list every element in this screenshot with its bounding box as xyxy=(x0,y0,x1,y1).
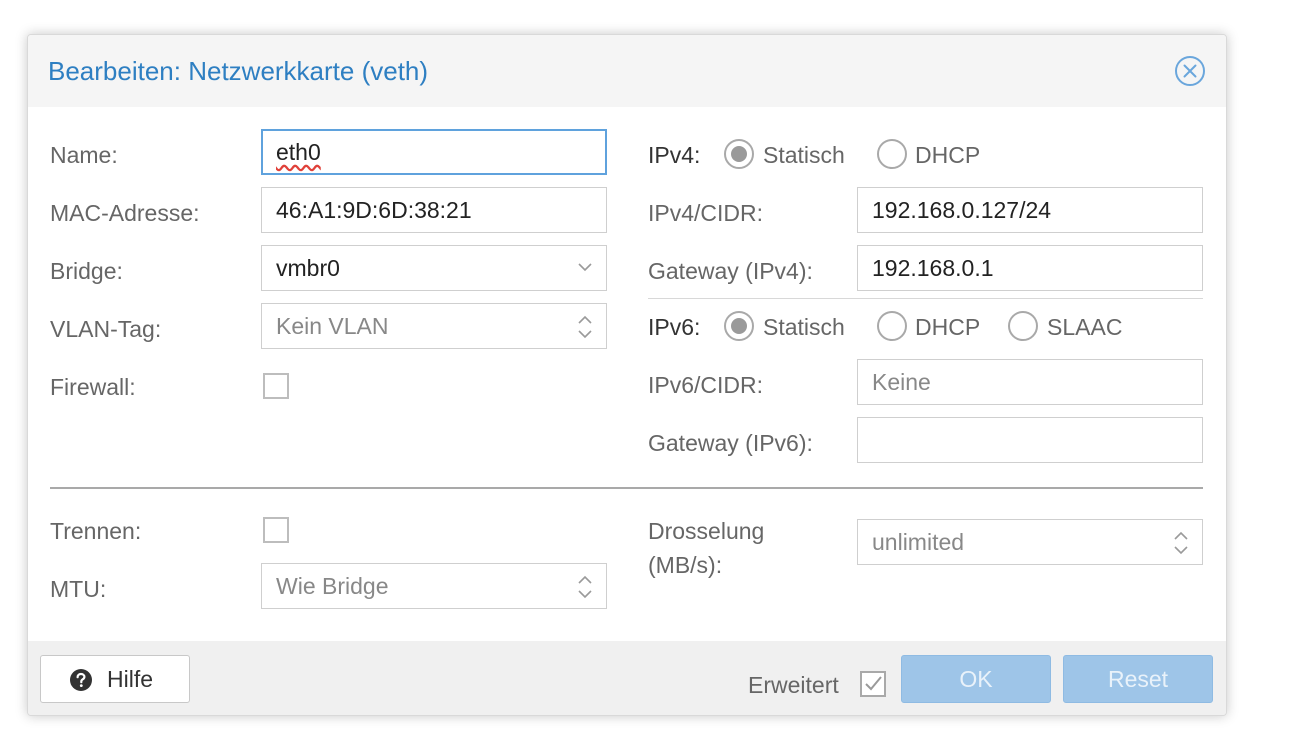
rate-limit-label-line1: Drosselung xyxy=(648,518,765,544)
ipv6-dhcp-label: DHCP xyxy=(915,314,981,340)
firewall-checkbox[interactable] xyxy=(263,373,289,399)
spinner-icon[interactable] xyxy=(576,572,594,602)
rate-limit-input[interactable]: unlimited xyxy=(857,519,1203,565)
ipv6-slaac-label: SLAAC xyxy=(1047,314,1123,340)
rate-limit-label-line2: (MB/s): xyxy=(648,552,723,578)
ipv4-static-radio[interactable] xyxy=(724,139,754,169)
ipv4-label: IPv4: xyxy=(648,142,701,168)
mtu-input[interactable]: Wie Bridge xyxy=(261,563,607,609)
disconnect-checkbox[interactable] xyxy=(263,517,289,543)
checkmark-icon xyxy=(865,676,882,691)
bridge-value: vmbr0 xyxy=(276,255,340,281)
ipv4-static-label: Statisch xyxy=(763,142,845,168)
name-value: eth0 xyxy=(276,139,321,165)
ipv4-cidr-input[interactable]: 192.168.0.127/24 xyxy=(857,187,1203,233)
gateway-ipv4-input[interactable]: 192.168.0.1 xyxy=(857,245,1203,291)
ipv6-slaac-radio[interactable] xyxy=(1008,311,1038,341)
ipv4-dhcp-radio[interactable] xyxy=(877,139,907,169)
ipv6-cidr-placeholder: Keine xyxy=(872,369,931,395)
spinner-icon[interactable] xyxy=(576,312,594,342)
mac-value: 46:A1:9D:6D:38:21 xyxy=(276,197,472,223)
ipv6-cidr-label: IPv6/CIDR: xyxy=(648,372,764,398)
close-icon[interactable] xyxy=(1174,55,1206,87)
rate-limit-value: unlimited xyxy=(872,529,965,555)
ipv4-dhcp-label: DHCP xyxy=(915,142,981,168)
spinner-icon[interactable] xyxy=(1172,528,1190,558)
reset-button[interactable]: Reset xyxy=(1063,655,1213,703)
help-button-label: Hilfe xyxy=(107,666,154,692)
chevron-down-icon[interactable] xyxy=(578,262,592,272)
dialog-title: Bearbeiten: Netzwerkkarte (veth) xyxy=(48,56,429,86)
dialog-titlebar: Bearbeiten: Netzwerkkarte (veth) xyxy=(28,35,1226,107)
mtu-value: Wie Bridge xyxy=(276,573,389,599)
ipv4-cidr-value: 192.168.0.127/24 xyxy=(872,197,1052,223)
question-circle-icon xyxy=(70,669,92,691)
edit-network-dialog: Bearbeiten: Netzwerkkarte (veth) Name: e… xyxy=(27,34,1227,716)
help-button[interactable]: Hilfe xyxy=(40,655,190,703)
name-input[interactable]: eth0 xyxy=(261,129,607,175)
gateway-ipv4-label: Gateway (IPv4): xyxy=(648,258,813,284)
dialog-footer: Hilfe Erweitert OK Reset xyxy=(28,641,1226,715)
bridge-label: Bridge: xyxy=(50,258,123,284)
ipv4-cidr-label: IPv4/CIDR: xyxy=(648,200,764,226)
name-label: Name: xyxy=(50,142,118,168)
firewall-label: Firewall: xyxy=(50,374,136,400)
ipv6-label: IPv6: xyxy=(648,314,701,340)
section-divider xyxy=(50,487,1203,489)
ipv6-dhcp-radio[interactable] xyxy=(877,311,907,341)
gateway-ipv4-value: 192.168.0.1 xyxy=(872,255,994,281)
gateway-ipv6-input[interactable] xyxy=(857,417,1203,463)
ipv4-ipv6-divider xyxy=(648,298,1203,299)
vlan-value: Kein VLAN xyxy=(276,313,389,339)
advanced-label: Erweitert xyxy=(748,672,839,698)
ipv6-static-label: Statisch xyxy=(763,314,845,340)
gateway-ipv6-label: Gateway (IPv6): xyxy=(648,430,813,456)
mac-label: MAC-Adresse: xyxy=(50,200,200,226)
mtu-label: MTU: xyxy=(50,576,107,602)
ipv6-cidr-input[interactable]: Keine xyxy=(857,359,1203,405)
vlan-tag-input[interactable]: Kein VLAN xyxy=(261,303,607,349)
ok-button[interactable]: OK xyxy=(901,655,1051,703)
ipv6-static-radio[interactable] xyxy=(724,311,754,341)
bridge-select[interactable]: vmbr0 xyxy=(261,245,607,291)
advanced-checkbox[interactable] xyxy=(860,671,886,697)
mac-input[interactable]: 46:A1:9D:6D:38:21 xyxy=(261,187,607,233)
disconnect-label: Trennen: xyxy=(50,518,142,544)
vlan-label: VLAN-Tag: xyxy=(50,316,162,342)
